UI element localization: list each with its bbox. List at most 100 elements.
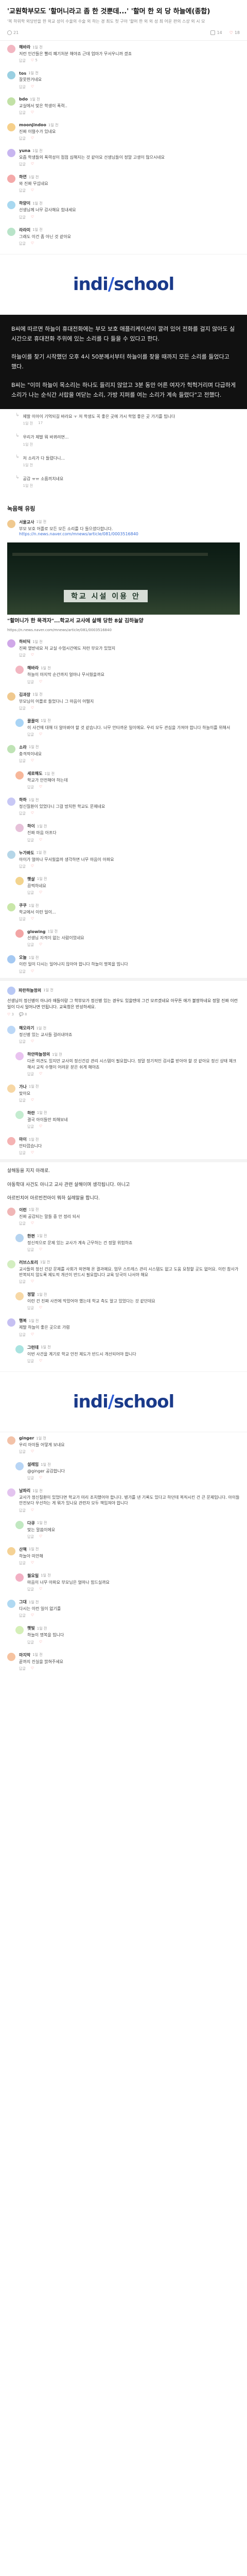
reply-button[interactable]: 답글 [19, 1039, 26, 1044]
avatar[interactable] [15, 1520, 24, 1529]
like-button[interactable]: ♡ [31, 1449, 34, 1454]
reply-button[interactable]: 답글 [27, 1306, 34, 1311]
like-button[interactable]: ♡ [39, 1247, 42, 1252]
reply-button[interactable]: 답글 [19, 1508, 26, 1513]
avatar[interactable] [7, 903, 15, 912]
likes-meta[interactable]: ♡ 18 [230, 30, 240, 35]
like-button[interactable]: ♡ [31, 215, 34, 220]
reply-button[interactable]: 답글 [19, 188, 26, 193]
author-name[interactable]: tos [19, 71, 26, 76]
author-name[interactable]: 햇빛 [27, 1625, 35, 1631]
avatar[interactable] [15, 1292, 24, 1301]
like-button[interactable]: ♡ [39, 1587, 42, 1592]
reply-button[interactable]: 답글 [19, 1098, 26, 1103]
avatar[interactable] [7, 1260, 15, 1268]
reply-button[interactable]: 답글 [19, 162, 26, 167]
reply-button[interactable]: 답글 [27, 785, 34, 790]
reply-button[interactable]: 답글 [19, 917, 26, 922]
like-button[interactable]: ♡ [31, 1508, 34, 1513]
reply-button[interactable]: 답글 [27, 1247, 34, 1252]
reply-button[interactable]: 답글 [19, 1332, 26, 1337]
author-name[interactable]: 김과장 [19, 692, 30, 698]
reply-button[interactable]: 답글 [27, 1359, 34, 1364]
news-url[interactable]: https://n.news.naver.com/mnews/article/0… [7, 628, 240, 635]
author-name[interactable]: 세로해도 [27, 771, 42, 776]
reply-button[interactable]: 답글 [19, 215, 26, 220]
reply-button[interactable]: 답글 [19, 706, 26, 711]
reply-button[interactable]: 답글 [27, 1534, 34, 1539]
like-button[interactable]: ♡ [31, 1039, 34, 1044]
like-button[interactable]: ♡ [39, 1359, 42, 1364]
like-button[interactable]: ♡ [31, 110, 34, 115]
reply-button[interactable]: 답글 [27, 732, 34, 737]
author-name[interactable]: 다큐 [27, 1520, 35, 1526]
like-button[interactable]: ♡ [39, 680, 42, 685]
like-button[interactable]: ♡ [31, 653, 34, 658]
author-name[interactable]: 행복 [19, 1318, 27, 1324]
news-caption[interactable]: "할머니가 한 목격자"...학교서 교사에 살해 당한 8살 김하늘양 [7, 615, 240, 628]
author-name[interactable]: 해바라 [19, 44, 30, 50]
news-embed[interactable]: 학교 시설 이용 안 "할머니가 한 목격자"...학교서 교사에 살해 당한 … [7, 542, 240, 635]
author-name[interactable]: 햇살 [27, 876, 35, 882]
comments-meta[interactable]: 14 [210, 30, 222, 36]
author-name[interactable]: 마지막 [19, 1652, 30, 1658]
like-button[interactable]: ♡ [31, 188, 34, 193]
reply-button[interactable]: 답글 [19, 1666, 26, 1671]
author-name[interactable]: 그대 [19, 1599, 27, 1605]
author-name[interactable]: yuna [19, 148, 30, 153]
avatar[interactable] [7, 201, 15, 210]
like-button[interactable]: ♡ [31, 136, 34, 141]
like-button[interactable]: ♡ [31, 1098, 34, 1103]
author-name[interactable]: bdo [19, 97, 28, 101]
author-name[interactable]: moonjindoo [19, 123, 46, 127]
author-name[interactable]: 마이 [19, 1137, 27, 1142]
like-button[interactable]: ♡ [39, 1072, 42, 1077]
avatar[interactable] [7, 175, 15, 183]
like-button[interactable]: ♡ [31, 1561, 34, 1566]
author-name[interactable]: 러브스토리 [19, 1260, 38, 1265]
author-name[interactable]: 하하 [19, 797, 27, 803]
author-name[interactable]: 산책 [19, 1547, 27, 1552]
author-name[interactable]: 월요일 [27, 1573, 39, 1579]
like-button[interactable]: ♡ [31, 917, 34, 922]
like-button[interactable]: ♡ [31, 864, 34, 869]
reply-button[interactable]: 답글 [19, 84, 26, 90]
author-name[interactable]: 누가봐도 [19, 850, 34, 856]
reply-button[interactable]: 답글 [27, 1640, 34, 1645]
reply-button[interactable]: 답글 [19, 1221, 26, 1226]
author-name[interactable]: 정말 [27, 1292, 35, 1297]
author-name[interactable]: 파란하늘정의 [19, 988, 41, 993]
reply-button[interactable]: 답글 [27, 1476, 34, 1481]
author-name[interactable]: 그런데 [27, 1345, 39, 1350]
like-button[interactable]: ♡ [31, 241, 34, 246]
like-button[interactable]: ♡ 5 [31, 58, 38, 63]
avatar[interactable] [7, 148, 15, 157]
reply-button[interactable]: 답글 [27, 1072, 34, 1077]
reply-button[interactable]: 답글 [19, 1150, 26, 1156]
like-button[interactable]: ♡ [31, 1221, 34, 1226]
author-name[interactable]: 소라 [19, 744, 27, 750]
like-button[interactable]: ♡ [31, 1279, 34, 1284]
reply-button[interactable]: 답글 [19, 1279, 26, 1284]
like-button[interactable]: ♡ [31, 1613, 34, 1618]
forum-comments[interactable]: 💬 8 [19, 1012, 27, 1016]
author-name[interactable]: 하연 [19, 174, 27, 180]
avatar[interactable] [7, 97, 15, 106]
like-button[interactable]: ♡ [39, 1306, 42, 1311]
like-button[interactable]: ♡ [31, 162, 34, 167]
reply-button[interactable]: 답글 [27, 1587, 34, 1592]
author-name[interactable]: 날파리 [19, 1488, 30, 1494]
like-button[interactable]: ♡ [31, 1332, 34, 1337]
author-name[interactable]: 하란 [27, 1110, 35, 1116]
like-button[interactable]: ♡ [31, 1666, 34, 1671]
article-link[interactable]: https://n.news.naver.com/mnews/article/0… [19, 532, 240, 536]
reply-button[interactable]: 답글 [19, 758, 26, 764]
avatar[interactable] [7, 227, 15, 236]
avatar[interactable] [15, 876, 24, 885]
reply-button[interactable]: 답글 [19, 969, 26, 974]
forum-likes[interactable]: ♡ 3 [7, 1012, 14, 1016]
avatar[interactable] [7, 798, 15, 806]
reply-button[interactable]: 답글 [19, 58, 26, 63]
avatar[interactable] [7, 1026, 15, 1035]
author-name[interactable]: glowing [27, 929, 46, 934]
